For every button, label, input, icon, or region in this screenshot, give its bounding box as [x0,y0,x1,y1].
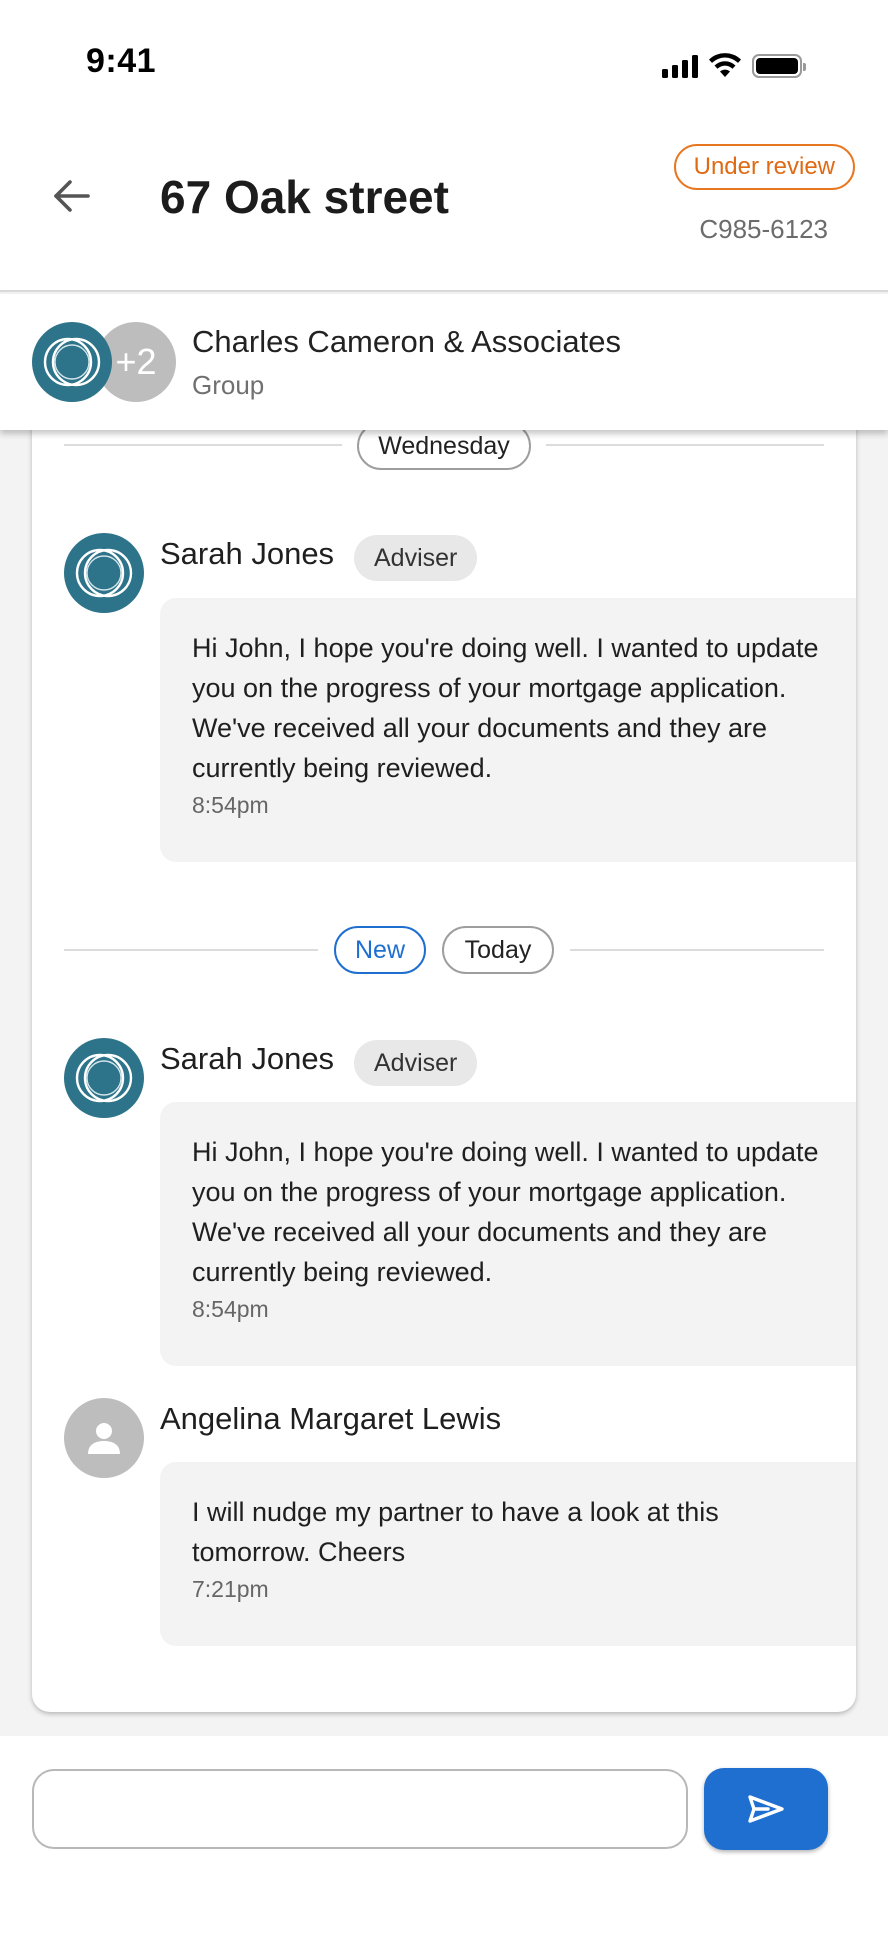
status-badge: Under review [673,144,855,190]
status-icons [662,50,806,78]
role-badge: Adviser [354,1040,478,1086]
new-messages-marker: New [334,926,426,974]
group-type: Group [192,370,265,400]
message-time: 7:21pm [192,1576,269,1602]
message-text: I will nudge my partner to have a look a… [192,1497,719,1567]
message-text: Hi John, I hope you're doing well. I wan… [192,1137,819,1287]
sender-name: Sarah Jones [160,1041,335,1076]
message-bubble: I will nudge my partner to have a look a… [160,1462,856,1646]
message-time: 8:54pm [192,1296,269,1322]
cellular-signal-icon [662,54,698,78]
company-logo-icon [75,1053,133,1103]
chat-thread[interactable]: Wednesday Sarah Jones Adviser Hi John, I… [32,380,856,1712]
divider-line [546,444,824,446]
message-input[interactable] [32,1769,688,1849]
divider-line [570,949,824,951]
sender-name: Sarah Jones [160,536,335,571]
role-badge: Adviser [354,535,478,581]
sender-avatar [64,1398,144,1478]
divider-line [64,444,342,446]
message-composer [0,1736,888,1936]
header: 67 Oak street Under review C985-6123 [0,98,888,292]
status-bar: 9:41 [0,0,888,98]
message-bubble: Hi John, I hope you're doing well. I wan… [160,598,856,862]
sender-avatar [64,533,144,613]
day-separator-today: Today [442,926,554,974]
group-logo-avatar [32,322,112,402]
send-button[interactable] [704,1768,828,1850]
company-logo-icon [43,337,101,387]
wifi-icon [709,53,741,77]
battery-icon [752,54,806,78]
message-time: 8:54pm [192,792,269,818]
page-title: 67 Oak street [160,171,449,223]
back-button[interactable] [40,170,104,222]
person-icon [88,1423,120,1454]
send-icon [748,1795,784,1823]
group-bar[interactable]: +2 Charles Cameron & Associates Group [0,294,888,430]
group-name: Charles Cameron & Associates [192,324,622,359]
sender-name: Angelina Margaret Lewis [160,1401,502,1436]
divider-line [64,949,318,951]
sender-avatar [64,1038,144,1118]
message-bubble: Hi John, I hope you're doing well. I wan… [160,1102,856,1366]
reference-number: C985-6123 [699,214,828,244]
status-time: 9:41 [86,42,157,80]
arrow-left-icon [54,180,90,212]
company-logo-icon [75,548,133,598]
message-text: Hi John, I hope you're doing well. I wan… [192,633,819,783]
